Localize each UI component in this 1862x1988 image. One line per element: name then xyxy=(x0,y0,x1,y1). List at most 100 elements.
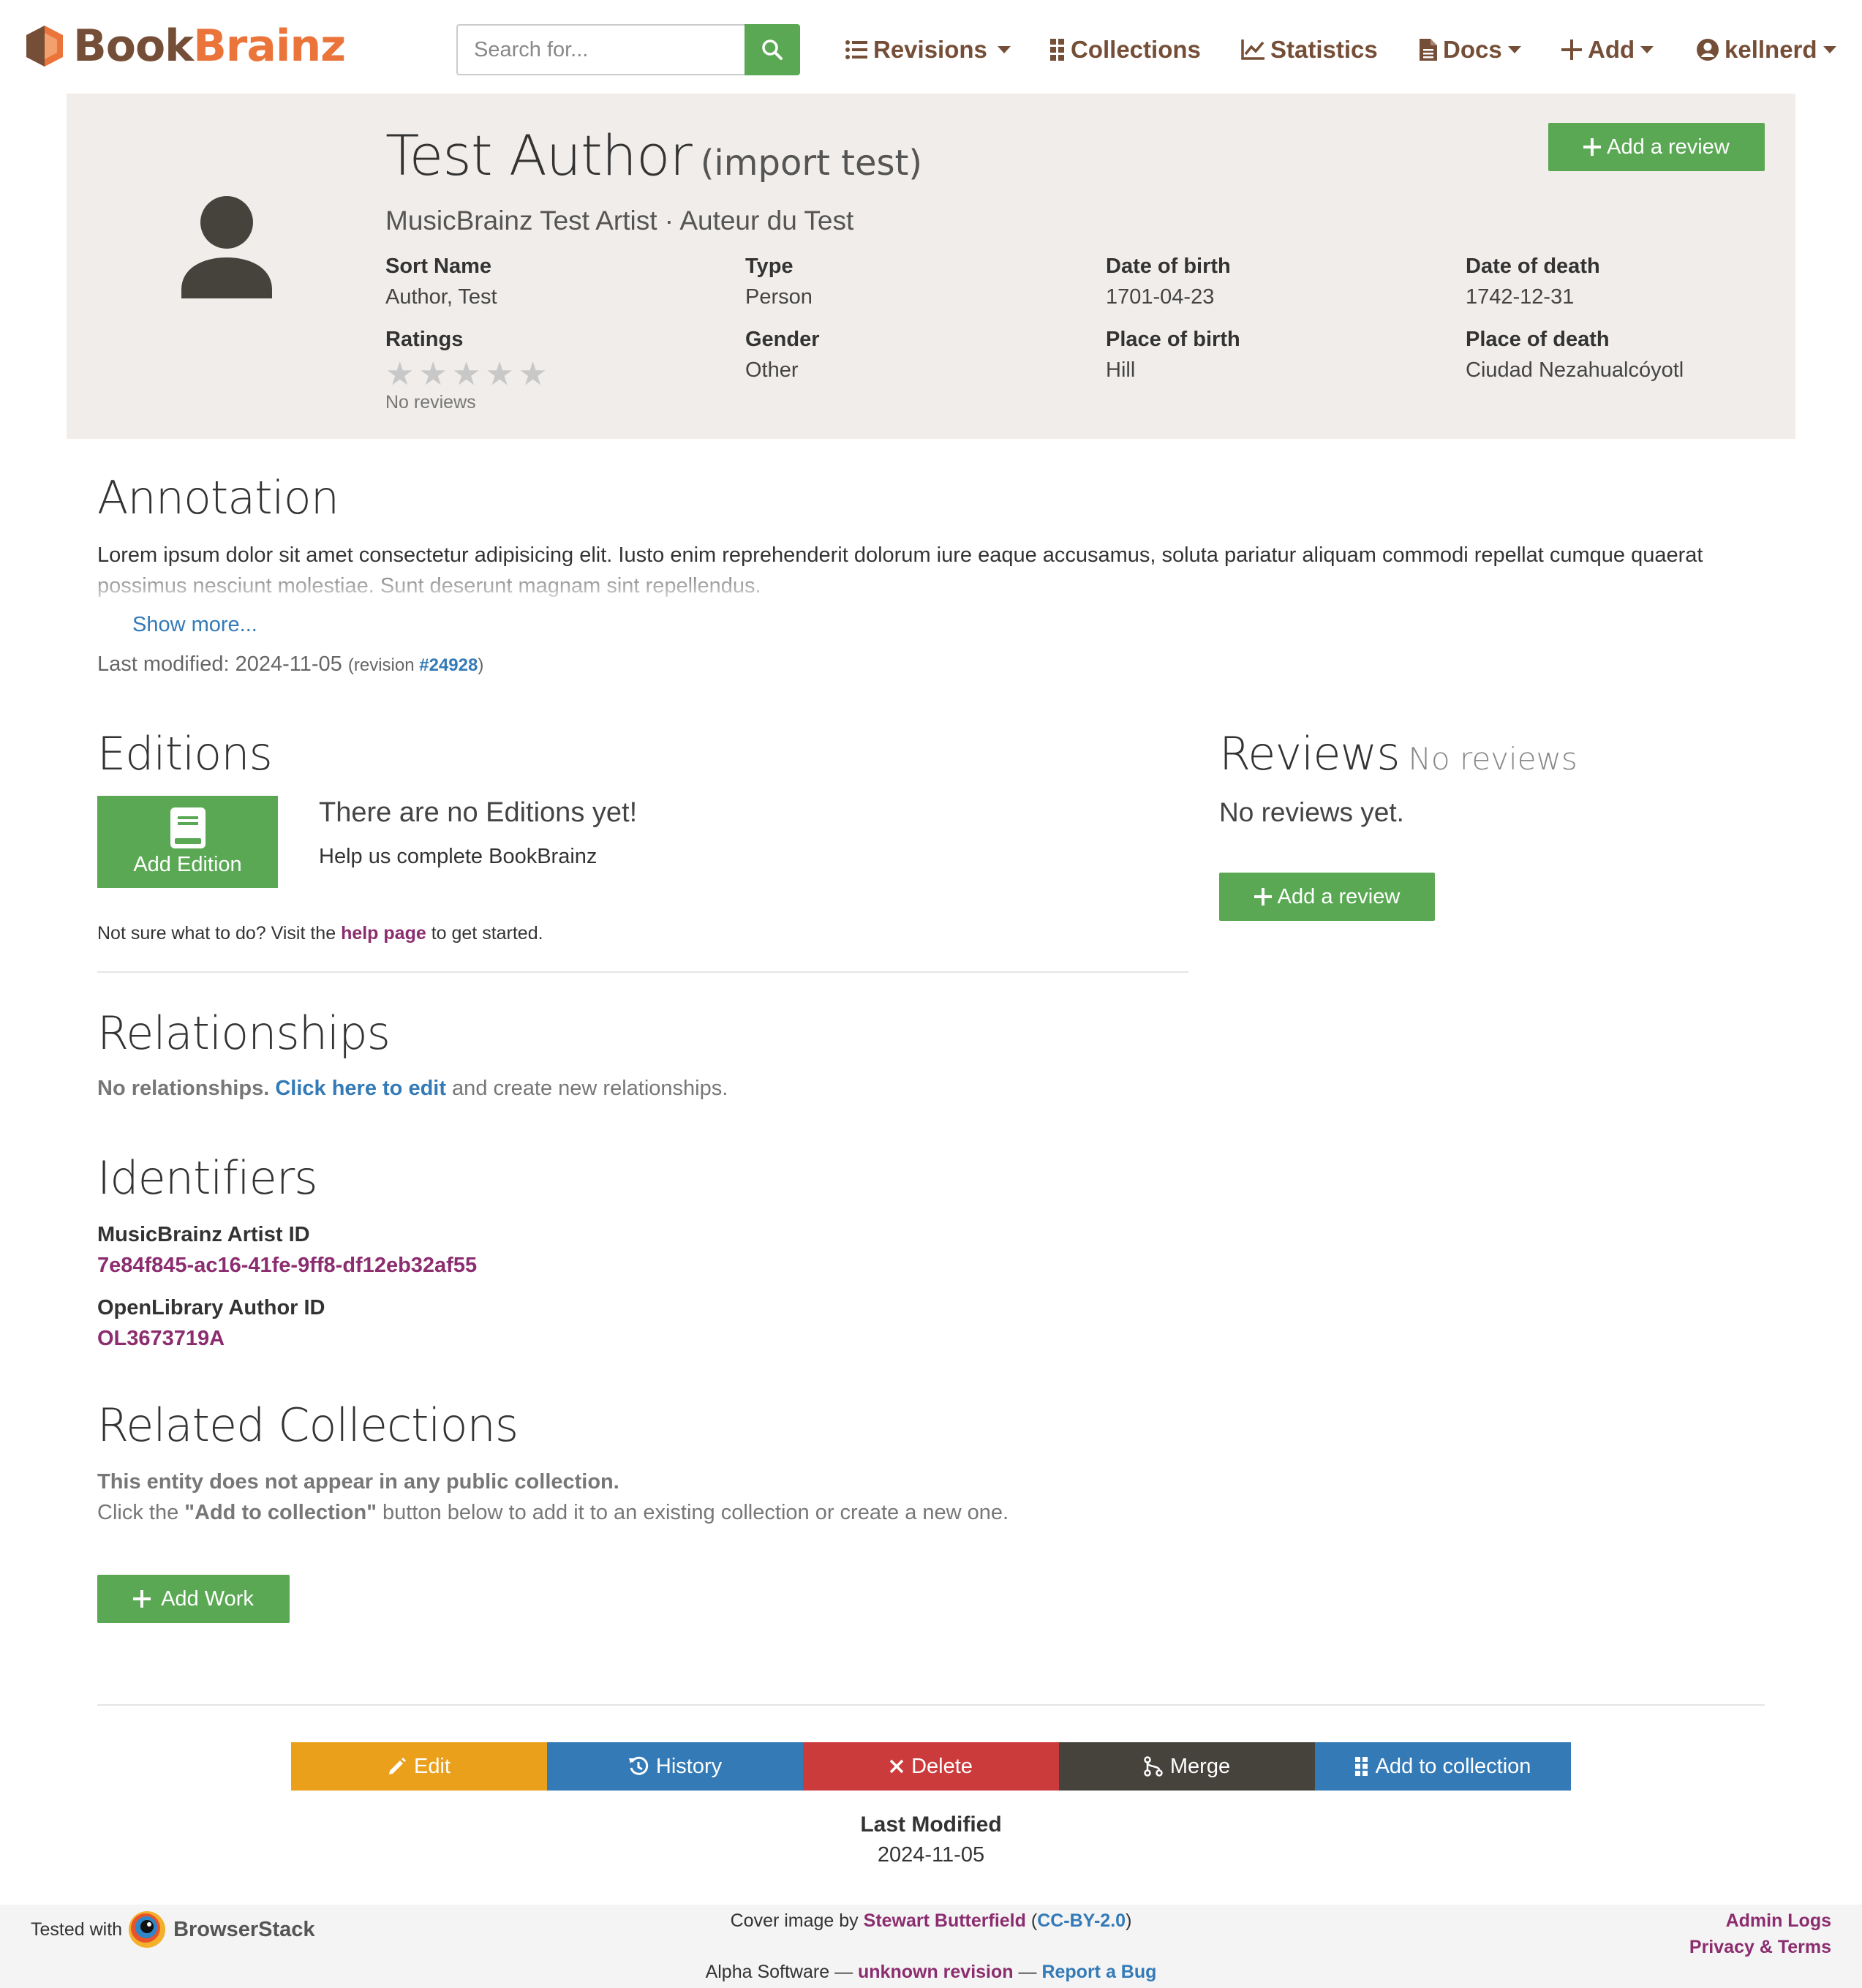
reviews-empty: No reviews yet. xyxy=(1219,797,1404,827)
dod-value: 1742-12-31 xyxy=(1466,285,1575,309)
privacy-terms-link[interactable]: Privacy & Terms xyxy=(1689,1934,1831,1960)
nav-user-menu[interactable]: kellnerd xyxy=(1697,31,1836,69)
editions-divider xyxy=(97,971,1188,973)
history-label: History xyxy=(655,1754,723,1778)
nav-add[interactable]: Add xyxy=(1561,31,1654,69)
grid-icon xyxy=(1354,1757,1368,1776)
ratings-label: Ratings xyxy=(385,328,464,351)
star-icon[interactable]: ★ xyxy=(452,358,480,391)
add-to-collection-label: Add to collection xyxy=(1375,1754,1531,1778)
add-to-collection-button[interactable]: Add to collection xyxy=(1315,1742,1571,1791)
help-suffix: to get started. xyxy=(426,923,543,944)
revision-prefix: (revision xyxy=(347,655,420,675)
relationships-empty-rest: and create new relationships. xyxy=(446,1077,728,1100)
author-avatar-icon xyxy=(181,196,272,298)
user-circle-icon xyxy=(1697,39,1719,61)
edit-button[interactable]: Edit xyxy=(291,1742,547,1791)
collections-hint-bold: "Add to collection" xyxy=(184,1501,377,1524)
editions-empty-title: There are no Editions yet! xyxy=(319,797,638,828)
entity-action-bar: Edit History Delete Merge Add to collect… xyxy=(291,1742,1571,1791)
collections-hint-prefix: Click the xyxy=(97,1501,185,1524)
chart-line-icon xyxy=(1241,39,1264,60)
sort-name-label: Sort Name xyxy=(385,255,492,278)
star-icon[interactable]: ★ xyxy=(385,358,414,391)
editions-heading: Editions xyxy=(97,727,273,780)
nav-statistics-label: Statistics xyxy=(1270,36,1378,63)
entity-title: Test Author (import test) xyxy=(385,123,922,188)
entity-disambiguation: (import test) xyxy=(700,143,923,184)
plus-icon xyxy=(1561,39,1582,60)
dod-label: Date of death xyxy=(1466,255,1600,278)
nav-add-label: Add xyxy=(1588,36,1635,63)
file-icon xyxy=(1420,39,1437,61)
list-icon xyxy=(845,40,867,59)
revision-link[interactable]: #24928 xyxy=(419,655,478,675)
add-review-button[interactable]: Add a review xyxy=(1548,123,1765,171)
pod-label: Place of death xyxy=(1466,328,1610,351)
search-icon xyxy=(762,39,783,60)
revision-suffix: ) xyxy=(478,655,484,675)
search-button[interactable] xyxy=(745,24,800,75)
nav-collections[interactable]: Collections xyxy=(1050,31,1201,69)
entity-aliases: MusicBrainz Test Artist · Auteur du Test xyxy=(385,206,854,236)
chevron-down-icon xyxy=(1640,46,1654,53)
add-review-side-label: Add a review xyxy=(1277,884,1401,908)
history-button[interactable]: History xyxy=(547,1742,803,1791)
nav-docs-label: Docs xyxy=(1443,36,1502,63)
cover-author-link[interactable]: Stewart Butterfield xyxy=(864,1910,1026,1931)
last-modified-text: Last modified: 2024-11-05 xyxy=(97,652,342,676)
star-icon[interactable]: ★ xyxy=(519,358,547,391)
plus-icon xyxy=(1254,888,1272,905)
rating-stars[interactable]: ★ ★ ★ ★ ★ xyxy=(385,358,547,391)
merge-button[interactable]: Merge xyxy=(1059,1742,1315,1791)
search-input[interactable] xyxy=(456,24,745,75)
report-bug-link[interactable]: Report a Bug xyxy=(1041,1962,1156,1982)
collections-empty: This entity does not appear in any publi… xyxy=(97,1470,619,1494)
identifier-value-link[interactable]: OL3673719A xyxy=(97,1327,225,1351)
annotation-heading: Annotation xyxy=(97,471,339,524)
add-work-button[interactable]: Add Work xyxy=(97,1575,290,1623)
nav-statistics[interactable]: Statistics xyxy=(1241,31,1378,69)
revision-info-link[interactable]: unknown revision xyxy=(858,1962,1014,1982)
show-more-link[interactable]: Show more... xyxy=(132,613,257,637)
identifier-value-link[interactable]: 7e84f845-ac16-41fe-9ff8-df12eb32af55 xyxy=(97,1254,477,1278)
identifiers-heading: Identifiers xyxy=(97,1151,318,1205)
reviews-heading: Reviews No reviews xyxy=(1219,727,1578,780)
type-label: Type xyxy=(745,255,794,278)
relationships-heading: Relationships xyxy=(97,1006,391,1060)
reviews-heading-sub: No reviews xyxy=(1408,741,1578,777)
reviews-heading-text: Reviews xyxy=(1219,727,1401,780)
last-modified-label: Last Modified xyxy=(860,1812,1002,1837)
delete-button[interactable]: Delete xyxy=(803,1742,1059,1791)
plus-icon xyxy=(133,1590,151,1608)
nav-revisions[interactable]: Revisions xyxy=(845,31,1011,69)
pencil-icon xyxy=(389,1758,406,1774)
cover-prefix: Cover image by xyxy=(730,1910,864,1931)
search-form xyxy=(456,24,800,75)
ratings-sub: No reviews xyxy=(385,392,476,413)
star-icon[interactable]: ★ xyxy=(485,358,513,391)
cover-open: ( xyxy=(1025,1910,1038,1931)
nav-user-label: kellnerd xyxy=(1725,36,1817,63)
bookbrainz-logo[interactable]: BookBrainz xyxy=(25,20,346,72)
logo-icon xyxy=(26,26,63,67)
help-page-link[interactable]: help page xyxy=(341,923,426,944)
nav-collections-label: Collections xyxy=(1071,36,1201,63)
collections-heading: Related Collections xyxy=(97,1398,519,1452)
cover-license-link[interactable]: CC-BY-2.0 xyxy=(1037,1910,1126,1931)
relationships-edit-link[interactable]: Click here to edit xyxy=(275,1077,446,1100)
editions-empty-sub: Help us complete BookBrainz xyxy=(319,845,598,868)
history-icon xyxy=(628,1756,649,1775)
star-icon[interactable]: ★ xyxy=(418,358,447,391)
add-review-button-side[interactable]: Add a review xyxy=(1219,873,1435,921)
dob-label: Date of birth xyxy=(1106,255,1231,278)
type-value: Person xyxy=(745,285,813,309)
cover-credit: Cover image by Stewart Butterfield (CC-B… xyxy=(0,1910,1862,1932)
chevron-down-icon xyxy=(1507,46,1521,53)
add-edition-button[interactable]: Add Edition xyxy=(97,796,278,888)
pob-value: Hill xyxy=(1106,358,1136,382)
admin-logs-link[interactable]: Admin Logs xyxy=(1689,1908,1831,1934)
nav-docs[interactable]: Docs xyxy=(1420,31,1521,69)
gender-value: Other xyxy=(745,358,799,382)
merge-icon xyxy=(1144,1756,1163,1777)
